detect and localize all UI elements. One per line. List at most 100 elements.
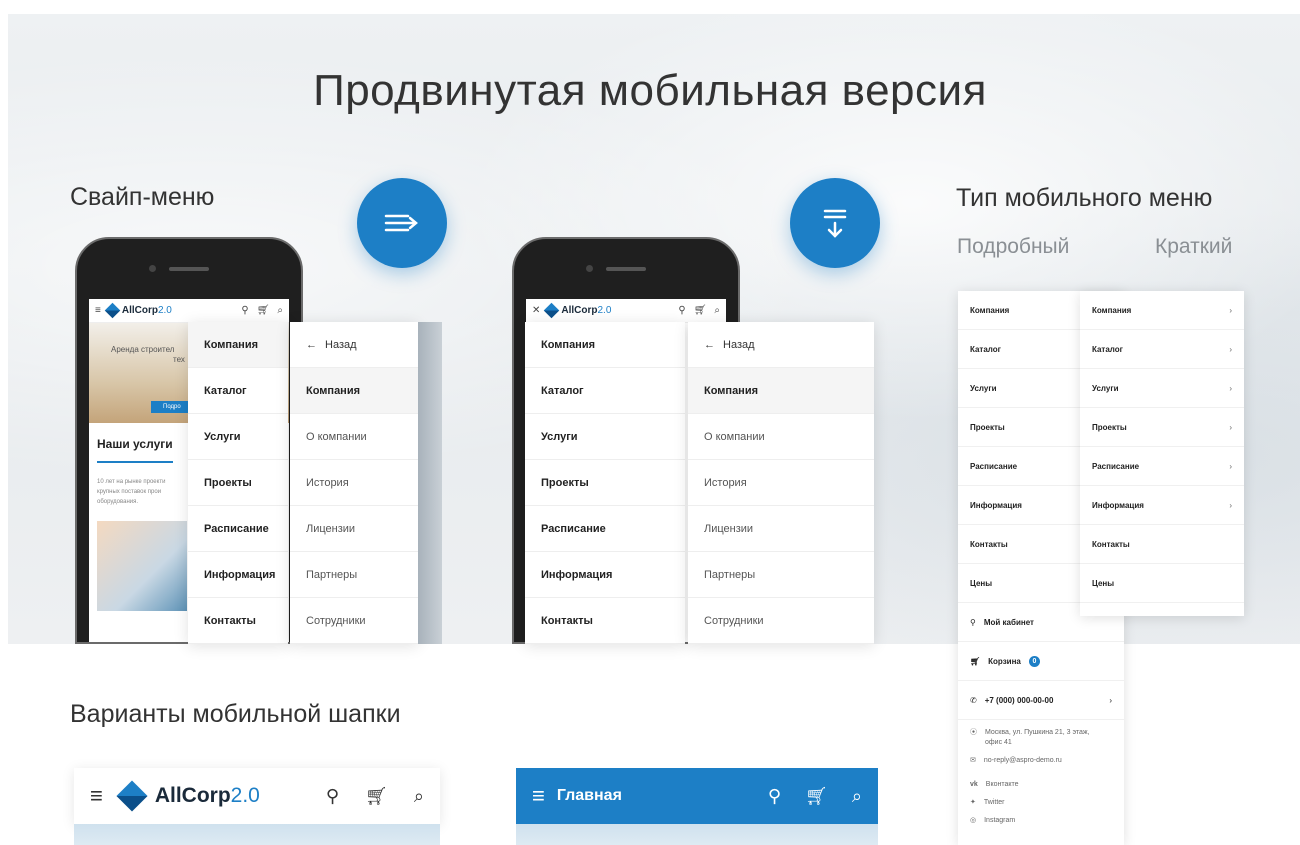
submenu-title: Компания	[290, 368, 418, 414]
menu-item[interactable]: Расписание ›	[1080, 447, 1244, 486]
user-icon[interactable]: ⚲	[326, 786, 339, 807]
menu-item-schedule[interactable]: Расписание	[525, 506, 685, 552]
swipe-arrow-icon	[357, 178, 447, 268]
menu-item-projects[interactable]: Проекты	[188, 460, 288, 506]
menu-item[interactable]: Информация ›	[1080, 486, 1244, 525]
menu-item-company[interactable]: Компания	[525, 322, 685, 368]
arrow-left-icon: ←	[306, 338, 317, 351]
submenu-item[interactable]: Партнеры	[688, 552, 874, 598]
menu-item[interactable]: Проекты ›	[1080, 408, 1244, 447]
search-icon[interactable]: ⌕	[852, 786, 862, 807]
chevron-right-icon: ›	[1229, 500, 1232, 510]
menu-item[interactable]: Каталог ›	[1080, 330, 1244, 369]
mobile-header: ✕ AllCorp 2.0 ⚲ 🛒︎ ⌕	[526, 299, 726, 323]
chevron-right-icon: ›	[1109, 695, 1112, 705]
short-menu-card: Компания › Каталог › Услуги › Проекты › Расп…	[1080, 291, 1244, 616]
services-desc: 10 лет на рынке проекти крупных поставок…	[97, 479, 166, 505]
header-variant-blue: ≡ Главная ⚲ 🛒︎ ⌕	[516, 768, 878, 845]
menu-item[interactable]: Контакты	[1080, 525, 1244, 564]
social-twitter[interactable]: ✦ Twitter	[958, 798, 1124, 808]
submenu-item[interactable]: Сотрудники	[290, 598, 418, 644]
overlay-shade	[418, 322, 442, 644]
menu-item[interactable]: Услуги ›	[1080, 369, 1244, 408]
social-instagram[interactable]: ◎ Instagram	[958, 816, 1124, 826]
submenu-item[interactable]: О компании	[688, 414, 874, 460]
menu-type-title: Тип мобильного меню	[956, 184, 1213, 212]
menu-item-catalog[interactable]: Каталог	[188, 368, 288, 414]
chevron-right-icon: ›	[1229, 383, 1232, 393]
chevron-right-icon: ›	[1229, 305, 1232, 315]
menu-item[interactable]: Компания ›	[1080, 291, 1244, 330]
user-icon[interactable]: ⚲	[241, 305, 248, 316]
headers-title: Варианты мобильной шапки	[70, 700, 401, 728]
submenu-panel: ← Назад Компания О компании История Лицен…	[688, 322, 874, 644]
logo[interactable]: AllCorp 2.0	[116, 780, 260, 812]
menu-item-projects[interactable]: Проекты	[525, 460, 685, 506]
phone-link[interactable]: ✆ +7 (000) 000-00-00 ›	[958, 681, 1124, 720]
submenu-item[interactable]: Сотрудники	[688, 598, 874, 644]
header-title: Главная	[556, 787, 622, 804]
menu-item-info[interactable]: Информация	[525, 552, 685, 598]
hamburger-icon[interactable]: ≡	[532, 783, 545, 809]
menu-item-services[interactable]: Услуги	[525, 414, 685, 460]
banner-text-2: тех	[173, 355, 185, 364]
menu-item-info[interactable]: Информация	[188, 552, 288, 598]
user-icon: ⚲	[970, 617, 976, 627]
logo[interactable]: AllCorp 2.0	[544, 302, 611, 319]
menu-item[interactable]: Цены	[1080, 564, 1244, 603]
cart-link[interactable]: 🛒︎ Корзина 0	[958, 642, 1124, 681]
submenu-item[interactable]: Партнеры	[290, 552, 418, 598]
back-button[interactable]: ← Назад	[290, 322, 418, 368]
menu-item-catalog[interactable]: Каталог	[525, 368, 685, 414]
submenu-item[interactable]: История	[290, 460, 418, 506]
menu-item-contacts[interactable]: Контакты	[188, 598, 288, 644]
vk-icon: vk	[970, 781, 978, 788]
cart-icon[interactable]: 🛒︎	[694, 305, 707, 316]
header-variant-light: ≡ AllCorp 2.0 ⚲ 🛒︎ ⌕	[74, 768, 440, 845]
submenu-title: Компания	[688, 368, 874, 414]
cart-icon[interactable]: 🛒︎	[365, 786, 388, 807]
logo[interactable]: AllCorp 2.0	[104, 302, 172, 319]
menu-type-detailed[interactable]: Подробный	[957, 235, 1069, 259]
twitter-icon: ✦	[970, 799, 976, 806]
mobile-header: ≡ AllCorp 2.0 ⚲ 🛒︎ ⌕	[89, 299, 289, 323]
close-icon[interactable]: ✕	[532, 305, 540, 316]
chevron-right-icon: ›	[1229, 461, 1232, 471]
search-icon[interactable]: ⌕	[414, 786, 424, 807]
menu-type-short[interactable]: Краткий	[1155, 235, 1232, 259]
primary-menu-panel: Компания Каталог Услуги Проекты Расписан…	[188, 322, 288, 644]
submenu-item[interactable]: Лицензии	[688, 506, 874, 552]
search-icon[interactable]: ⌕	[277, 305, 283, 316]
page-title: Продвинутая мобильная версия	[313, 66, 987, 115]
cart-icon[interactable]: 🛒︎	[805, 786, 828, 807]
address: ⦿ Москва, ул. Пушкина 21, 3 этаж, офис 41	[970, 729, 1090, 746]
chevron-right-icon: ›	[1229, 344, 1232, 354]
user-icon[interactable]: ⚲	[768, 786, 781, 807]
menu-item-services[interactable]: Услуги	[188, 414, 288, 460]
submenu-item[interactable]: Лицензии	[290, 506, 418, 552]
hamburger-icon[interactable]: ≡	[90, 783, 103, 809]
social-vk[interactable]: vk Вконтакте	[958, 780, 1124, 790]
submenu-item[interactable]: О компании	[290, 414, 418, 460]
submenu-panel: ← Назад Компания О компании История Лицен…	[290, 322, 418, 644]
chevron-right-icon: ›	[1229, 422, 1232, 432]
email[interactable]: ✉ no-reply@aspro-demo.ru	[958, 756, 1124, 766]
cart-badge: 0	[1028, 655, 1040, 667]
banner-text: Аренда строител	[111, 345, 175, 354]
menu-dropdown-icon	[790, 178, 880, 268]
location-icon: ⦿	[970, 729, 977, 736]
hamburger-icon[interactable]: ≡	[95, 305, 101, 316]
user-icon[interactable]: ⚲	[678, 305, 685, 316]
menu-item-contacts[interactable]: Контакты	[525, 598, 685, 644]
services-image	[97, 521, 187, 611]
cart-icon[interactable]: 🛒︎	[257, 305, 270, 316]
menu-item-company[interactable]: Компания	[188, 322, 288, 368]
primary-menu-panel: Компания Каталог Услуги Проекты Расписан…	[525, 322, 685, 644]
menu-item-schedule[interactable]: Расписание	[188, 506, 288, 552]
back-button[interactable]: ← Назад	[688, 322, 874, 368]
search-icon[interactable]: ⌕	[714, 305, 720, 316]
swipe-menu-title: Свайп-меню	[70, 183, 215, 211]
submenu-item[interactable]: История	[688, 460, 874, 506]
cart-icon: 🛒︎	[970, 656, 981, 666]
mail-icon: ✉	[970, 757, 976, 764]
